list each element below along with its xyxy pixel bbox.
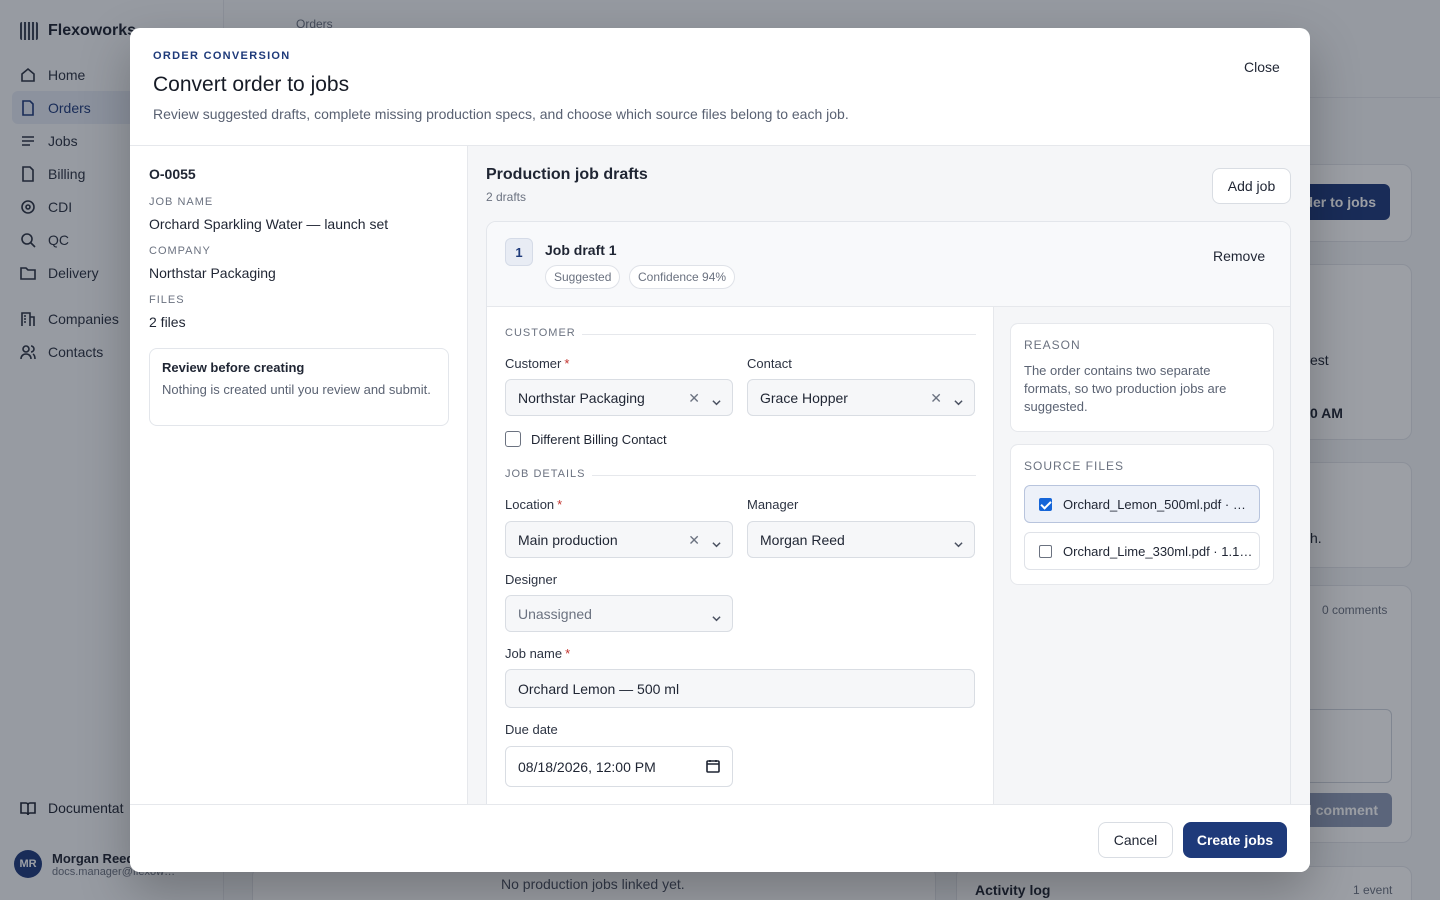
designer-field-label: Designer (505, 572, 558, 587)
dialog-header: ORDER CONVERSION Convert order to jobs R… (130, 28, 1310, 146)
suggested-tag: Suggested (545, 265, 621, 289)
clear-icon[interactable]: ✕ (688, 390, 700, 407)
due-date-field-label: Due date (505, 722, 558, 737)
location-select-value: Main production (518, 531, 618, 548)
billing-contact-checkbox-row[interactable]: Different Billing Contact (505, 431, 667, 447)
order-id: O-0055 (149, 166, 196, 182)
location-field-label: Location * (505, 497, 563, 512)
source-file-checkbox[interactable] (1039, 497, 1052, 511)
draft-form: CUSTOMER Customer * Northstar Packaging ✕… (487, 307, 994, 804)
chevron-down-icon (954, 394, 963, 406)
reason-text: The order contains two separate formats,… (1024, 363, 1227, 414)
confidence-tag: Confidence 94% (629, 265, 736, 289)
contact-select-value: Grace Hopper (760, 389, 848, 406)
manager-field-label: Manager (747, 497, 799, 512)
customer-select[interactable]: Northstar Packaging ✕ (505, 379, 733, 416)
source-file-row[interactable]: Orchard_Lime_330ml.pdf · 1.1 MB (1024, 532, 1260, 570)
reason-label: REASON (1024, 338, 1081, 352)
source-files-label: SOURCE FILES (1024, 459, 1125, 473)
customer-field-label: Customer * (505, 356, 570, 371)
contact-field-label: Contact (747, 356, 792, 371)
reason-card: REASON The order contains two separate f… (1010, 323, 1274, 432)
manager-select[interactable]: Morgan Reed (747, 521, 975, 558)
due-date-input[interactable]: 08/18/2026, 12:00 PM (505, 746, 733, 787)
order-files: 2 files (149, 314, 186, 330)
notice-title: Review before creating (162, 360, 305, 375)
order-summary-panel: O-0055 JOB NAME Orchard Sparkling Water … (130, 146, 468, 804)
manager-select-value: Morgan Reed (760, 531, 845, 548)
designer-select-value: Unassigned (518, 605, 592, 622)
draft-title: Job draft 1 (545, 242, 617, 258)
cancel-button[interactable]: Cancel (1098, 822, 1173, 858)
drafts-title: Production job drafts (486, 166, 648, 183)
source-file-checkbox[interactable] (1039, 544, 1052, 558)
location-select[interactable]: Main production ✕ (505, 521, 733, 558)
draft-number-badge: 1 (505, 238, 533, 266)
source-file-name: Orchard_Lemon_500ml.pdf · 1.2 MB (1063, 496, 1253, 512)
designer-select[interactable]: Unassigned (505, 595, 733, 632)
remove-draft-button[interactable]: Remove (1199, 245, 1279, 267)
job-draft-card: 1 Job draft 1 Suggested Confidence 94% R… (486, 221, 1291, 804)
company-label: COMPANY (149, 245, 211, 257)
clear-icon[interactable]: ✕ (930, 390, 942, 407)
contact-select[interactable]: Grace Hopper ✕ (747, 379, 975, 416)
convert-order-dialog: ORDER CONVERSION Convert order to jobs R… (130, 28, 1310, 872)
source-files-card: SOURCE FILES Orchard_Lemon_500ml.pdf · 1… (1010, 444, 1274, 585)
chevron-down-icon (954, 536, 963, 548)
billing-contact-checkbox[interactable] (505, 431, 521, 447)
drafts-panel: Production job drafts 2 drafts Add job 1… (468, 146, 1310, 804)
chevron-down-icon (712, 394, 721, 406)
source-file-name: Orchard_Lime_330ml.pdf · 1.1 MB (1063, 543, 1253, 559)
chevron-down-icon (712, 610, 721, 622)
job-details-section-label: JOB DETAILS (505, 468, 586, 480)
dialog-eyebrow: ORDER CONVERSION (153, 50, 291, 62)
customer-section-label: CUSTOMER (505, 327, 576, 339)
dialog-footer: Cancel Create jobs (130, 804, 1310, 872)
dialog-subtitle: Review suggested drafts, complete missin… (153, 106, 849, 122)
draft-side-panel: REASON The order contains two separate f… (994, 307, 1290, 804)
dialog-title: Convert order to jobs (153, 73, 350, 96)
clear-icon[interactable]: ✕ (688, 532, 700, 549)
files-label: FILES (149, 294, 185, 306)
billing-contact-label: Different Billing Contact (531, 431, 667, 447)
chevron-down-icon (712, 536, 721, 548)
job-name-input[interactable]: Orchard Lemon — 500 ml (505, 669, 975, 708)
job-name-label: JOB NAME (149, 196, 214, 208)
order-job-name: Orchard Sparkling Water — launch set (149, 216, 389, 232)
source-file-row[interactable]: Orchard_Lemon_500ml.pdf · 1.2 MB (1024, 485, 1260, 523)
customer-select-value: Northstar Packaging (518, 389, 645, 406)
create-jobs-button[interactable]: Create jobs (1183, 822, 1287, 858)
draft-header: 1 Job draft 1 Suggested Confidence 94% R… (487, 222, 1290, 307)
drafts-count: 2 drafts (486, 190, 527, 204)
add-job-button[interactable]: Add job (1212, 168, 1291, 204)
review-notice: Review before creating Nothing is create… (149, 348, 449, 426)
close-button[interactable]: Close (1230, 54, 1294, 80)
notice-body: Nothing is created until you review and … (162, 382, 431, 397)
job-name-field-label: Job name * (505, 646, 571, 661)
due-date-value: 08/18/2026, 12:00 PM (518, 758, 656, 775)
calendar-icon[interactable] (706, 759, 720, 773)
order-company: Northstar Packaging (149, 265, 276, 281)
